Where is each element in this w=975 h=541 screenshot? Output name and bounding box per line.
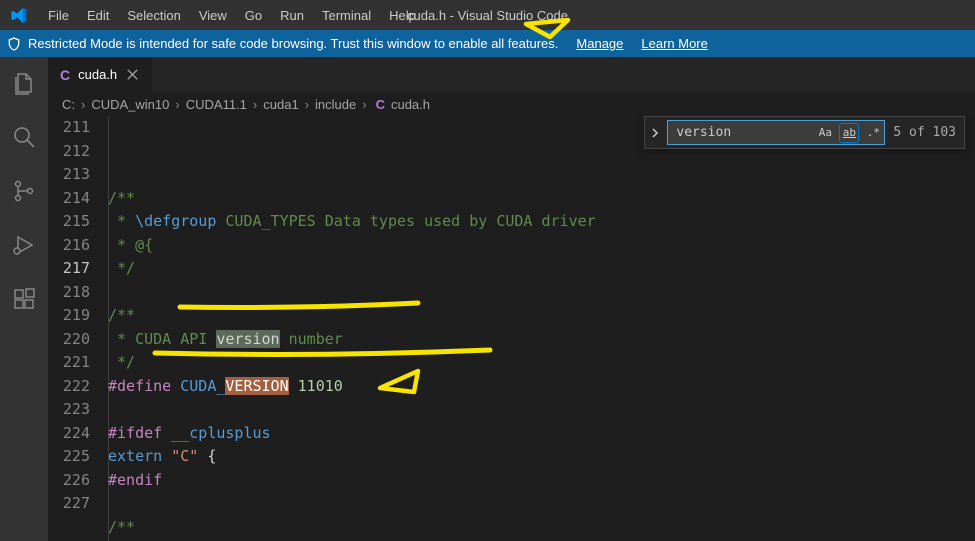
tab-label: cuda.h [78, 67, 117, 82]
code-line[interactable]: #endif [108, 469, 849, 493]
shield-icon [6, 36, 22, 52]
line-number: 227 [48, 492, 90, 516]
code-line[interactable]: /** [108, 187, 849, 211]
line-number: 211 [48, 116, 90, 140]
line-number: 220 [48, 328, 90, 352]
bc-seg[interactable]: cuda1 [263, 97, 298, 112]
chevron-right-icon [649, 127, 661, 139]
menu-bar: File Edit Selection View Go Run Terminal… [39, 4, 425, 27]
line-number: 226 [48, 469, 90, 493]
bc-seg[interactable]: C: [62, 97, 75, 112]
menu-selection[interactable]: Selection [118, 4, 189, 27]
menu-file[interactable]: File [39, 4, 78, 27]
file-c-icon: C [376, 97, 385, 112]
menu-view[interactable]: View [190, 4, 236, 27]
line-number: 222 [48, 375, 90, 399]
find-widget: Aa ab .* 5 of 103 [644, 116, 965, 149]
line-number: 224 [48, 422, 90, 446]
code-line[interactable] [108, 492, 849, 516]
line-number: 214 [48, 187, 90, 211]
line-number: 217 [48, 257, 90, 281]
line-number: 213 [48, 163, 90, 187]
explorer-icon[interactable] [12, 71, 36, 95]
file-c-icon: C [60, 67, 70, 83]
title-bar: File Edit Selection View Go Run Terminal… [0, 0, 975, 30]
code-line[interactable]: * \defgroup CUDA_TYPES Data types used b… [108, 210, 849, 234]
tab-bar: C cuda.h [48, 57, 975, 92]
bc-seg[interactable]: include [315, 97, 356, 112]
code-editor[interactable]: 2112122132142152162172182192202212222232… [48, 116, 975, 541]
chevron-right-icon: › [175, 97, 179, 112]
line-number-gutter: 2112122132142152162172182192202212222232… [48, 116, 108, 541]
menu-go[interactable]: Go [236, 4, 271, 27]
line-number: 212 [48, 140, 90, 164]
code-line[interactable]: * @{ [108, 234, 849, 258]
code-line[interactable] [108, 398, 849, 422]
line-number: 225 [48, 445, 90, 469]
bc-file[interactable]: cuda.h [391, 97, 430, 112]
tab-cuda-h[interactable]: C cuda.h [48, 57, 153, 92]
restricted-mode-message: Restricted Mode is intended for safe cod… [28, 36, 558, 51]
bc-seg[interactable]: CUDA11.1 [186, 97, 247, 112]
find-match-case[interactable]: Aa [815, 123, 835, 143]
code-line[interactable]: */ [108, 351, 849, 375]
chevron-right-icon: › [362, 97, 366, 112]
find-use-regex[interactable]: .* [863, 123, 883, 143]
breadcrumb[interactable]: C: › CUDA_win10 › CUDA11.1 › cuda1 › include… [48, 92, 975, 116]
close-icon[interactable] [125, 67, 140, 82]
search-icon[interactable] [12, 125, 36, 149]
code-line[interactable]: #define CUDA_VERSION 11010 [108, 375, 849, 399]
extensions-icon[interactable] [12, 287, 36, 311]
activity-bar [0, 57, 48, 541]
code-line[interactable]: extern "C" { [108, 445, 849, 469]
code-line[interactable] [108, 281, 849, 305]
find-match-count: 5 of 103 [893, 121, 956, 145]
line-number: 215 [48, 210, 90, 234]
chevron-right-icon: › [81, 97, 85, 112]
chevron-right-icon: › [305, 97, 309, 112]
line-number: 223 [48, 398, 90, 422]
manage-link[interactable]: Manage [576, 36, 623, 51]
chevron-right-icon: › [253, 97, 257, 112]
editor-area: C cuda.h C: › CUDA_win10 › CUDA11.1 › cuda1… [48, 57, 975, 541]
bc-seg[interactable]: CUDA_win10 [91, 97, 169, 112]
code-line[interactable]: /** [108, 304, 849, 328]
code-line[interactable]: */ [108, 257, 849, 281]
menu-run[interactable]: Run [271, 4, 313, 27]
vscode-logo-icon [10, 7, 27, 24]
source-control-icon[interactable] [12, 179, 36, 203]
line-number: 218 [48, 281, 90, 305]
line-number: 221 [48, 351, 90, 375]
code-line[interactable]: #ifdef __cplusplus [108, 422, 849, 446]
code-line[interactable]: * CUDA API version number [108, 328, 849, 352]
find-match-whole-word[interactable]: ab [839, 123, 859, 143]
line-number: 216 [48, 234, 90, 258]
menu-terminal[interactable]: Terminal [313, 4, 380, 27]
code-line[interactable]: /** [108, 516, 849, 540]
code-content[interactable]: /** * \defgroup CUDA_TYPES Data types us… [108, 116, 849, 541]
window-title: cuda.h - Visual Studio Code [407, 8, 568, 23]
run-debug-icon[interactable] [12, 233, 36, 257]
learn-more-link[interactable]: Learn More [641, 36, 707, 51]
find-toggle-replace[interactable] [645, 116, 665, 149]
restricted-mode-banner: Restricted Mode is intended for safe cod… [0, 30, 975, 57]
menu-edit[interactable]: Edit [78, 4, 118, 27]
line-number: 219 [48, 304, 90, 328]
